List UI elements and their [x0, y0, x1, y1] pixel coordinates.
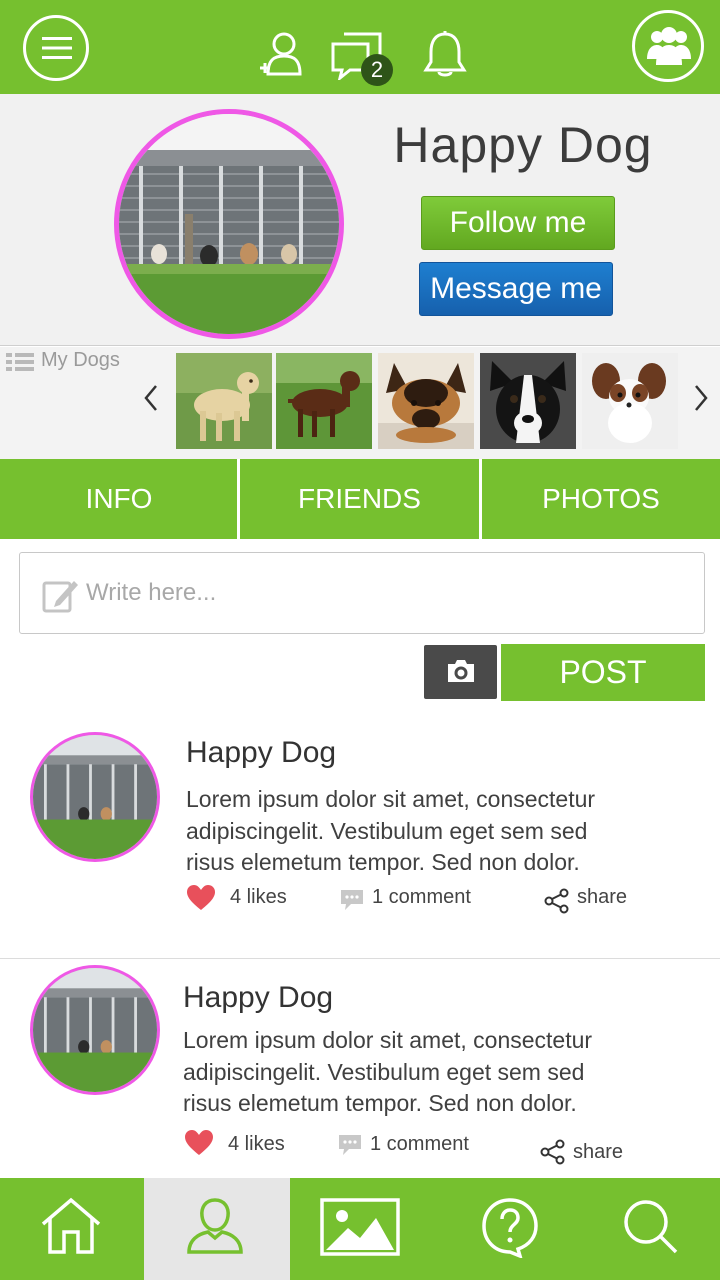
share-icon[interactable]	[543, 888, 571, 914]
heart-icon[interactable]	[186, 884, 216, 912]
post-actions: 4 likes 1 comment share	[0, 880, 720, 920]
post-item: Happy Dog Lorem ipsum dolor sit amet, co…	[0, 732, 720, 952]
dog-thumb-border-collie[interactable]	[480, 353, 576, 449]
likes-count[interactable]: 4 likes	[230, 886, 287, 909]
post-body: Lorem ipsum dolor sit amet, consectetur …	[186, 786, 596, 875]
german-shepherd-photo	[378, 353, 474, 449]
comment-icon[interactable]	[337, 1133, 363, 1157]
border-collie-photo	[480, 353, 576, 449]
tab-photos[interactable]: PHOTOS	[482, 459, 720, 539]
kennel-photo	[33, 735, 157, 859]
tab-friends[interactable]: FRIENDS	[240, 459, 479, 539]
heart-icon[interactable]	[184, 1129, 214, 1157]
message-button[interactable]: Message me	[419, 262, 613, 316]
bottom-navigation	[0, 1178, 720, 1280]
papillon-photo	[582, 353, 678, 449]
camera-button[interactable]	[424, 645, 497, 699]
my-dogs-label: My Dogs	[41, 349, 120, 371]
dog-thumb-labrador[interactable]	[176, 353, 272, 449]
help-icon	[482, 1198, 538, 1258]
post-author-avatar[interactable]	[30, 732, 160, 862]
dog-thumb-german-shepherd[interactable]	[378, 353, 474, 449]
share-label[interactable]: share	[577, 886, 627, 909]
nav-home[interactable]	[0, 1178, 144, 1280]
dog-thumb-papillon[interactable]	[582, 353, 678, 449]
write-post-input[interactable]	[86, 571, 646, 615]
list-icon	[6, 353, 34, 371]
top-bar: 2	[0, 0, 720, 94]
likes-count[interactable]: 4 likes	[228, 1133, 285, 1156]
gallery-icon	[320, 1198, 400, 1256]
nav-help[interactable]	[430, 1178, 580, 1280]
post-divider	[0, 958, 720, 959]
nav-search[interactable]	[580, 1178, 720, 1280]
profile-tabs: INFO FRIENDS PHOTOS	[0, 459, 720, 539]
search-icon	[624, 1200, 678, 1254]
dog-thumb-chocolate-lab[interactable]	[276, 353, 372, 449]
group-button[interactable]	[632, 10, 704, 82]
post-composer	[19, 552, 705, 634]
post-body: Lorem ipsum dolor sit amet, consectetur …	[183, 1027, 593, 1116]
tab-info[interactable]: INFO	[0, 459, 238, 539]
my-dogs-strip: My Dogs	[0, 347, 720, 459]
profile-header: Happy Dog Follow me Message me	[0, 94, 720, 346]
notifications-icon[interactable]	[422, 30, 468, 78]
menu-button[interactable]	[23, 15, 89, 81]
post-button[interactable]: POST	[501, 644, 705, 701]
post-author-name[interactable]: Happy Dog	[183, 981, 333, 1015]
post-author-avatar[interactable]	[30, 965, 160, 1095]
chevron-right-icon[interactable]	[692, 383, 710, 413]
add-friend-icon[interactable]	[258, 30, 304, 76]
follow-button[interactable]: Follow me	[421, 196, 615, 250]
post-actions: 4 likes 1 comment share	[0, 1123, 720, 1165]
chevron-left-icon[interactable]	[142, 383, 160, 413]
profile-icon	[187, 1198, 243, 1254]
edit-icon	[42, 581, 78, 613]
nav-gallery[interactable]	[290, 1178, 430, 1280]
comments-count[interactable]: 1 comment	[372, 886, 471, 909]
comments-count[interactable]: 1 comment	[370, 1133, 469, 1156]
share-icon[interactable]	[539, 1139, 567, 1165]
camera-icon	[448, 660, 474, 682]
post-author-name[interactable]: Happy Dog	[186, 736, 336, 770]
share-label[interactable]: share	[573, 1141, 623, 1164]
profile-avatar[interactable]	[114, 109, 344, 339]
kennel-photo	[119, 114, 339, 334]
home-icon	[41, 1197, 101, 1254]
kennel-photo	[33, 968, 157, 1092]
message-badge: 2	[361, 54, 393, 86]
group-icon	[647, 27, 691, 65]
profile-name: Happy Dog	[393, 117, 653, 173]
chocolate-lab-photo	[276, 353, 372, 449]
menu-icon	[42, 37, 72, 59]
labrador-photo	[176, 353, 272, 449]
post-item: Happy Dog Lorem ipsum dolor sit amet, co…	[0, 965, 720, 1185]
nav-profile[interactable]	[144, 1178, 290, 1280]
comment-icon[interactable]	[339, 888, 365, 912]
